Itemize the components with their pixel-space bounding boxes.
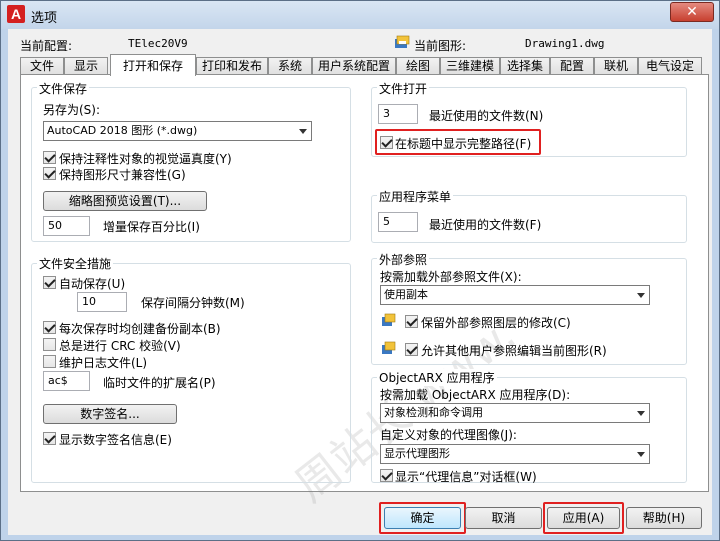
show-signature-info-checkbox[interactable] xyxy=(43,432,56,445)
ok-button-highlight xyxy=(379,502,466,534)
allow-xref-edit-checkbox[interactable] xyxy=(405,343,418,356)
tab-selection[interactable]: 选择集 xyxy=(500,57,550,75)
app-menu-title: 应用程序菜单 xyxy=(377,188,454,205)
autocad-app-icon: A xyxy=(7,5,25,23)
proxy-images-select[interactable]: 显示代理图形 xyxy=(380,444,650,464)
tab-plot-and-publish[interactable]: 打印和发布 xyxy=(196,57,268,75)
crc-check-checkbox[interactable] xyxy=(43,338,56,351)
temp-extension-input[interactable]: ac$ xyxy=(43,371,90,391)
recent-files-input[interactable]: 3 xyxy=(378,104,418,124)
allow-xref-edit-label: 允许其他用户参照编辑当前图形(R) xyxy=(421,344,607,358)
save-as-value: AutoCAD 2018 图形 (*.dwg) xyxy=(47,124,198,137)
help-button[interactable]: 帮助(H) xyxy=(626,507,702,529)
tab-electrical-settings[interactable]: 电气设定 xyxy=(638,57,702,75)
title-bar[interactable]: A 选项 ✕ xyxy=(1,1,719,29)
current-config-label: 当前配置: xyxy=(20,39,73,53)
open-and-save-panel: 周站长 www. 文件保存 另存为(S): AutoCAD 2018 图形 (*… xyxy=(20,74,709,512)
tab-display[interactable]: 显示 xyxy=(64,57,108,75)
current-config-value: TElec20V9 xyxy=(128,37,188,50)
objectarx-title: ObjectARX 应用程序 xyxy=(377,369,497,386)
proxy-images-value: 显示代理图形 xyxy=(384,447,450,460)
xref-demand-load-select[interactable]: 使用副本 xyxy=(380,285,650,305)
menu-recent-files-input[interactable]: 5 xyxy=(378,212,418,232)
options-dialog: A 选项 ✕ 当前配置: TElec20V9 当前图形: Drawing1.dw… xyxy=(0,0,720,541)
keep-annotative-label: 保持注释性对象的视觉逼真度(Y) xyxy=(59,152,232,166)
current-drawing-value: Drawing1.dwg xyxy=(525,37,605,50)
show-signature-info-label: 显示数字签名信息(E) xyxy=(59,433,172,447)
keep-annotative-checkbox[interactable] xyxy=(43,151,56,164)
keep-size-checkbox[interactable] xyxy=(43,167,56,180)
autosave-label: 自动保存(U) xyxy=(59,277,126,291)
digital-signatures-button[interactable]: 数字签名... xyxy=(43,404,177,424)
show-proxy-dialog-checkbox[interactable] xyxy=(380,469,393,482)
xref-demand-load-label: 按需加载外部参照文件(X): xyxy=(380,270,522,284)
xref-demand-load-value: 使用副本 xyxy=(384,288,428,301)
incremental-save-label: 增量保存百分比(I) xyxy=(103,220,200,234)
chevron-down-icon xyxy=(637,293,645,298)
crc-check-label: 总是进行 CRC 校验(V) xyxy=(59,339,181,353)
retain-xref-layers-checkbox[interactable] xyxy=(405,315,418,328)
xref-title: 外部参照 xyxy=(377,251,430,268)
autosave-checkbox[interactable] xyxy=(43,276,56,289)
tab-strip: 文件 显示 打开和保存 打印和发布 系统 用户系统配置 绘图 三维建模 选择集 … xyxy=(20,54,710,76)
current-drawing-label: 当前图形: xyxy=(414,39,467,53)
tab-open-and-save[interactable]: 打开和保存 xyxy=(110,54,196,76)
incremental-save-input[interactable]: 50 xyxy=(43,216,90,236)
file-open-title: 文件打开 xyxy=(377,80,430,97)
tab-profiles[interactable]: 配置 xyxy=(550,57,594,75)
chevron-down-icon xyxy=(299,129,307,134)
show-proxy-dialog-label: 显示“代理信息”对话框(W) xyxy=(395,470,537,484)
tab-3d-modeling[interactable]: 三维建模 xyxy=(440,57,500,75)
xref-edit-icon xyxy=(382,341,396,354)
tab-drafting[interactable]: 绘图 xyxy=(396,57,440,75)
window-title: 选项 xyxy=(31,11,58,26)
file-safety-title: 文件安全措施 xyxy=(37,255,114,272)
save-as-select[interactable]: AutoCAD 2018 图形 (*.dwg) xyxy=(43,121,312,141)
cancel-button[interactable]: 取消 xyxy=(465,507,542,529)
menu-recent-files-label: 最近使用的文件数(F) xyxy=(429,218,542,232)
arx-demand-load-value: 对象检测和命令调用 xyxy=(384,406,483,419)
log-file-checkbox[interactable] xyxy=(43,355,56,368)
recent-files-label: 最近使用的文件数(N) xyxy=(429,109,544,123)
tab-online[interactable]: 联机 xyxy=(594,57,638,75)
drawing-file-icon xyxy=(395,35,410,48)
red-highlight-box xyxy=(375,129,541,155)
save-as-label: 另存为(S): xyxy=(43,103,101,117)
proxy-images-label: 自定义对象的代理图像(J): xyxy=(380,428,517,442)
close-button[interactable]: ✕ xyxy=(670,2,714,22)
apply-button-highlight xyxy=(543,502,624,534)
keep-size-label: 保持图形尺寸兼容性(G) xyxy=(59,168,186,182)
autosave-interval-input[interactable]: 10 xyxy=(77,292,127,312)
thumbnail-settings-button[interactable]: 缩略图预览设置(T)... xyxy=(43,191,207,211)
log-file-label: 维护日志文件(L) xyxy=(59,356,148,370)
dialog-client: 当前配置: TElec20V9 当前图形: Drawing1.dwg 文件 显示… xyxy=(8,29,712,535)
backup-copy-checkbox[interactable] xyxy=(43,321,56,334)
tab-system[interactable]: 系统 xyxy=(268,57,312,75)
tab-files[interactable]: 文件 xyxy=(20,57,64,75)
file-save-title: 文件保存 xyxy=(37,80,90,97)
retain-xref-layers-label: 保留外部参照图层的修改(C) xyxy=(421,316,571,330)
arx-demand-load-label: 按需加载 ObjectARX 应用程序(D): xyxy=(380,388,571,402)
chevron-down-icon xyxy=(637,452,645,457)
temp-extension-label: 临时文件的扩展名(P) xyxy=(103,376,216,390)
arx-demand-load-select[interactable]: 对象检测和命令调用 xyxy=(380,403,650,423)
tab-user-preferences[interactable]: 用户系统配置 xyxy=(312,57,396,75)
chevron-down-icon xyxy=(637,411,645,416)
xref-layer-icon xyxy=(382,313,396,326)
backup-copy-label: 每次保存时均创建备份副本(B) xyxy=(59,322,221,336)
autosave-interval-label: 保存间隔分钟数(M) xyxy=(141,296,245,310)
